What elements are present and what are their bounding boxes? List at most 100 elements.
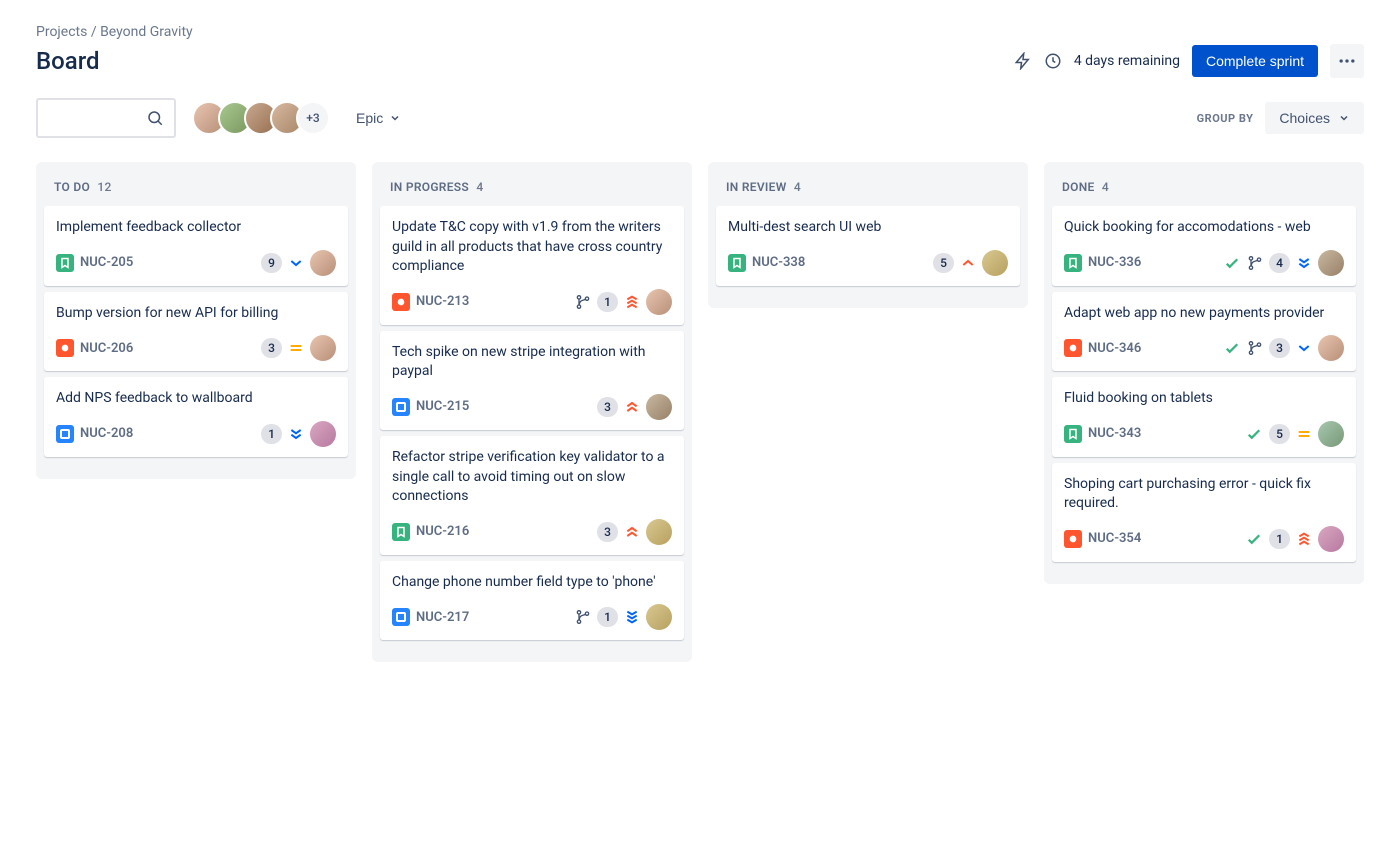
issue-key: NUC-336 bbox=[1088, 255, 1141, 270]
issue-card[interactable]: Adapt web app no new payments providerNU… bbox=[1052, 292, 1356, 372]
story-points-badge: 9 bbox=[261, 253, 282, 273]
group-by-selector[interactable]: Choices bbox=[1265, 102, 1364, 134]
column-header: IN PROGRESS 4 bbox=[380, 174, 684, 206]
card-title: Update T&C copy with v1.9 from the write… bbox=[392, 218, 672, 277]
priority-lowest-blue-icon bbox=[624, 609, 640, 625]
story-points-badge: 3 bbox=[261, 338, 282, 358]
priority-high-icon bbox=[624, 399, 640, 415]
assignee-avatar[interactable] bbox=[1318, 421, 1344, 447]
assignee-avatar[interactable] bbox=[646, 604, 672, 630]
clock-icon bbox=[1044, 52, 1062, 70]
avatar-overflow[interactable]: +3 bbox=[296, 101, 330, 135]
column-header: IN REVIEW 4 bbox=[716, 174, 1020, 206]
search-icon bbox=[146, 109, 164, 127]
card-title: Tech spike on new stripe integration wit… bbox=[392, 343, 672, 382]
issue-type-bug-icon bbox=[56, 339, 74, 357]
assignee-avatar[interactable] bbox=[646, 519, 672, 545]
issue-type-story-icon bbox=[392, 523, 410, 541]
story-points-badge: 3 bbox=[597, 397, 618, 417]
priority-high-single-icon bbox=[960, 255, 976, 271]
column-title: TO DO bbox=[54, 180, 90, 194]
chevron-down-icon bbox=[389, 112, 401, 124]
card-title: Refactor stripe verification key validat… bbox=[392, 448, 672, 507]
bolt-icon[interactable] bbox=[1014, 52, 1032, 70]
assignee-avatar[interactable] bbox=[310, 335, 336, 361]
board-column: IN PROGRESS 4 Update T&C copy with v1.9 f… bbox=[372, 162, 692, 662]
breadcrumb-project[interactable]: Beyond Gravity bbox=[100, 24, 193, 40]
issue-key: NUC-216 bbox=[416, 524, 469, 539]
issue-card[interactable]: Change phone number field type to 'phone… bbox=[380, 561, 684, 641]
column-header: TO DO 12 bbox=[44, 174, 348, 206]
issue-card[interactable]: Multi-dest search UI webNUC-3385 bbox=[716, 206, 1020, 286]
issue-card[interactable]: Tech spike on new stripe integration wit… bbox=[380, 331, 684, 430]
done-check-icon bbox=[1245, 530, 1263, 548]
board-column: TO DO 12Implement feedback collectorNUC-… bbox=[36, 162, 356, 479]
priority-lowest-icon bbox=[1296, 255, 1312, 271]
card-title: Shoping cart purchasing error - quick fi… bbox=[1064, 475, 1344, 514]
assignee-avatar[interactable] bbox=[310, 421, 336, 447]
issue-type-story-icon bbox=[728, 254, 746, 272]
days-remaining: 4 days remaining bbox=[1074, 53, 1180, 69]
assignee-avatar[interactable] bbox=[646, 289, 672, 315]
chevron-down-icon bbox=[1338, 112, 1350, 124]
complete-sprint-button[interactable]: Complete sprint bbox=[1192, 45, 1318, 77]
search-input[interactable] bbox=[36, 98, 176, 138]
issue-type-task-icon bbox=[56, 425, 74, 443]
epic-filter-button[interactable]: Epic bbox=[346, 104, 411, 132]
column-title: IN PROGRESS bbox=[390, 180, 469, 194]
breadcrumb-projects[interactable]: Projects bbox=[36, 24, 87, 40]
priority-low-icon bbox=[1296, 340, 1312, 356]
priority-high-icon bbox=[624, 524, 640, 540]
issue-key: NUC-338 bbox=[752, 255, 805, 270]
issue-key: NUC-213 bbox=[416, 294, 469, 309]
board: TO DO 12Implement feedback collectorNUC-… bbox=[36, 162, 1364, 662]
story-points-badge: 1 bbox=[597, 292, 618, 312]
priority-medium-icon bbox=[288, 340, 304, 356]
board-column: DONE 4Quick booking for accomodations - … bbox=[1044, 162, 1364, 584]
column-title: DONE bbox=[1062, 180, 1095, 194]
assignee-avatar[interactable] bbox=[310, 250, 336, 276]
story-points-badge: 1 bbox=[261, 424, 282, 444]
done-check-icon bbox=[1245, 425, 1263, 443]
column-count: 4 bbox=[794, 180, 801, 194]
issue-card[interactable]: Implement feedback collectorNUC-2059 bbox=[44, 206, 348, 286]
issue-key: NUC-205 bbox=[80, 255, 133, 270]
issue-key: NUC-217 bbox=[416, 610, 469, 625]
assignee-avatar[interactable] bbox=[1318, 250, 1344, 276]
issue-key: NUC-343 bbox=[1088, 426, 1141, 441]
issue-card[interactable]: Shoping cart purchasing error - quick fi… bbox=[1052, 463, 1356, 562]
story-points-badge: 3 bbox=[1269, 338, 1290, 358]
column-header: DONE 4 bbox=[1052, 174, 1356, 206]
issue-card[interactable]: Update T&C copy with v1.9 from the write… bbox=[380, 206, 684, 325]
priority-highest-icon bbox=[1296, 531, 1312, 547]
branch-icon bbox=[575, 294, 591, 310]
assignee-avatar[interactable] bbox=[982, 250, 1008, 276]
issue-key: NUC-346 bbox=[1088, 341, 1141, 356]
story-points-badge: 5 bbox=[933, 253, 954, 273]
issue-type-story-icon bbox=[1064, 425, 1082, 443]
issue-type-bug-icon bbox=[1064, 530, 1082, 548]
assignee-avatar[interactable] bbox=[646, 394, 672, 420]
assignee-avatar[interactable] bbox=[1318, 526, 1344, 552]
issue-card[interactable]: Quick booking for accomodations - webNUC… bbox=[1052, 206, 1356, 286]
done-check-icon bbox=[1223, 254, 1241, 272]
issue-card[interactable]: Refactor stripe verification key validat… bbox=[380, 436, 684, 555]
breadcrumb: Projects / Beyond Gravity bbox=[36, 24, 1364, 40]
issue-card[interactable]: Add NPS feedback to wallboardNUC-2081 bbox=[44, 377, 348, 457]
card-title: Change phone number field type to 'phone… bbox=[392, 573, 672, 593]
assignee-avatar[interactable] bbox=[1318, 335, 1344, 361]
issue-key: NUC-215 bbox=[416, 399, 469, 414]
issue-type-story-icon bbox=[1064, 254, 1082, 272]
card-title: Add NPS feedback to wallboard bbox=[56, 389, 336, 409]
story-points-badge: 3 bbox=[597, 522, 618, 542]
issue-key: NUC-354 bbox=[1088, 531, 1141, 546]
issue-type-story-icon bbox=[56, 254, 74, 272]
issue-type-bug-icon bbox=[392, 293, 410, 311]
story-points-badge: 5 bbox=[1269, 424, 1290, 444]
more-menu-button[interactable] bbox=[1330, 44, 1364, 78]
issue-type-task-icon bbox=[392, 608, 410, 626]
issue-card[interactable]: Bump version for new API for billingNUC-… bbox=[44, 292, 348, 372]
column-count: 12 bbox=[97, 180, 111, 194]
board-column: IN REVIEW 4Multi-dest search UI webNUC-3… bbox=[708, 162, 1028, 308]
issue-card[interactable]: Fluid booking on tabletsNUC-3435 bbox=[1052, 377, 1356, 457]
